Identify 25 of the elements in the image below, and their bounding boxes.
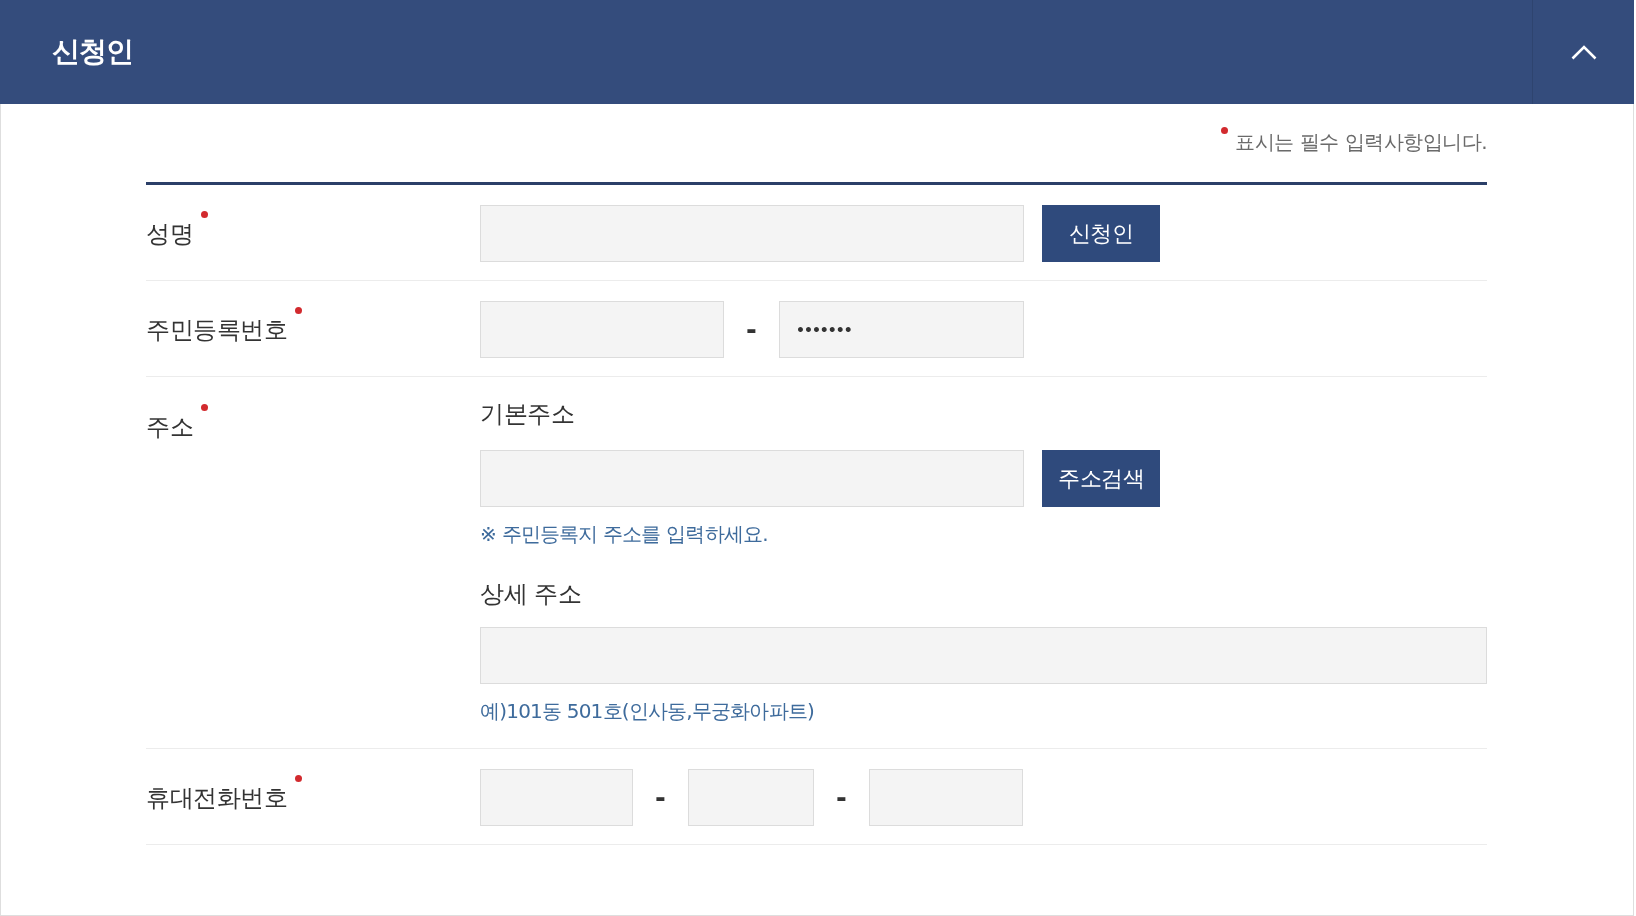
- basic-address-label: 기본주소: [480, 399, 574, 429]
- field-label: 휴대전화번호: [146, 782, 287, 813]
- address-hint: ※ 주민등록지 주소를 입력하세요.: [480, 521, 768, 548]
- phone-field[interactable]: [688, 769, 814, 826]
- applicant-button[interactable]: 신청인: [1042, 205, 1160, 262]
- address-search-button[interactable]: 주소검색: [1042, 450, 1160, 507]
- phone-field[interactable]: [480, 769, 633, 826]
- name-field[interactable]: [480, 205, 1024, 262]
- separator-text: -: [835, 782, 848, 813]
- separator-text: -: [745, 314, 758, 345]
- separator-text: -: [654, 782, 667, 813]
- address-field[interactable]: [480, 450, 1024, 507]
- detail-address-hint: 예)101동 501호(인사동,무궁화아파트): [480, 698, 815, 725]
- section-title: 신청인: [52, 34, 133, 70]
- field-label: 성명: [146, 218, 193, 249]
- field-label: 주소: [146, 412, 193, 442]
- phone-field[interactable]: [869, 769, 1023, 826]
- field-label: 주민등록번호: [146, 314, 287, 345]
- required-note: 표시는 필수 입력사항입니다.: [1235, 129, 1487, 156]
- required-dot-icon: [1221, 127, 1229, 134]
- chevron-up-icon: [1570, 44, 1597, 60]
- resident-number-field[interactable]: •••••••: [779, 301, 1024, 358]
- detail-address-field[interactable]: [480, 627, 1487, 684]
- resident-number-field[interactable]: [480, 301, 724, 358]
- detail-address-label: 상세 주소: [480, 579, 582, 609]
